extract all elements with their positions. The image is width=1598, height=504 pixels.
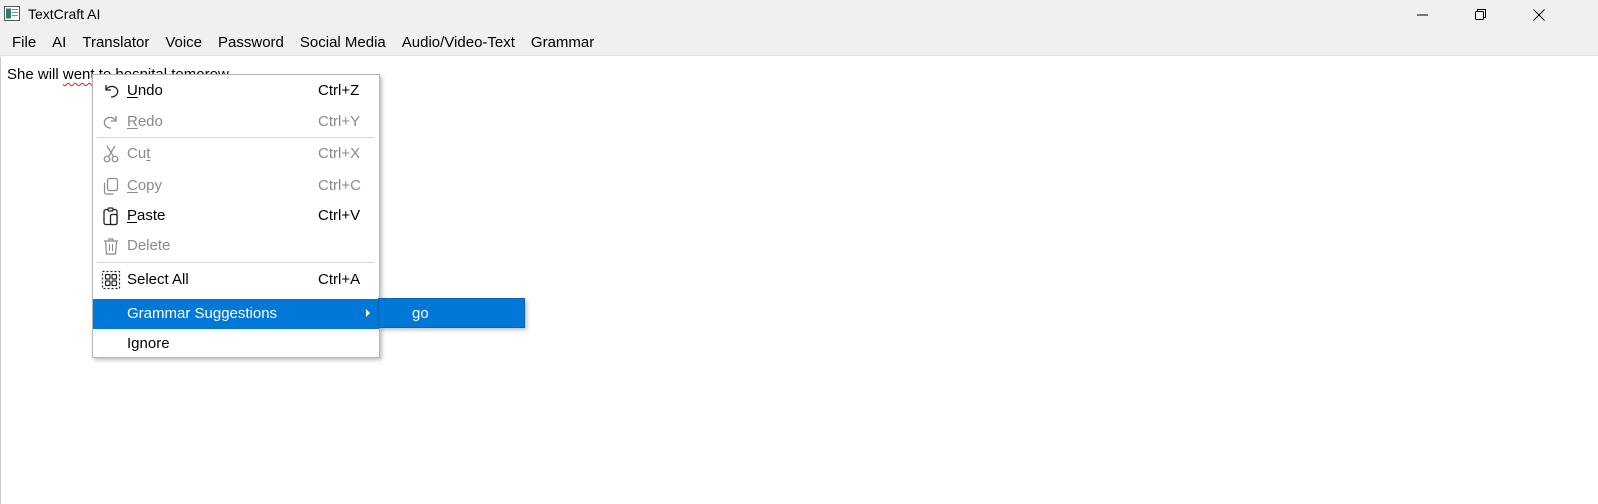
menu-password[interactable]: Password (210, 29, 292, 56)
select-all-shortcut: Ctrl+A (318, 271, 361, 288)
submenu-arrow-icon (366, 309, 370, 317)
minimize-icon (1417, 14, 1428, 15)
menu-social-media[interactable]: Social Media (292, 29, 394, 56)
redo-shortcut: Ctrl+Y (318, 113, 361, 130)
menu-item-redo[interactable]: Redo Ctrl+Y (93, 107, 379, 137)
trash-icon (101, 236, 121, 256)
menu-separator (97, 137, 374, 138)
redo-label: Redo (127, 113, 163, 130)
menu-voice[interactable]: Voice (157, 29, 210, 56)
select-all-label: Select All (127, 271, 189, 288)
menu-audio-video-text[interactable]: Audio/Video-Text (394, 29, 523, 56)
close-icon (1533, 8, 1545, 21)
notepad-app-icon (4, 6, 20, 21)
menu-grammar[interactable]: Grammar (523, 29, 602, 56)
menu-item-delete[interactable]: Delete (93, 231, 379, 261)
menu-item-select-all[interactable]: Select All Ctrl+A (93, 265, 379, 295)
restore-button[interactable] (1452, 0, 1510, 29)
restore-icon (1475, 8, 1486, 20)
menu-separator (97, 262, 374, 263)
redo-icon (101, 112, 121, 132)
close-button[interactable] (1510, 0, 1568, 29)
copy-label: Copy (127, 177, 163, 194)
undo-shortcut: Ctrl+Z (318, 82, 360, 99)
delete-label: Delete (127, 237, 171, 254)
menu-translator[interactable]: Translator (74, 29, 157, 56)
scissors-icon (101, 144, 121, 164)
grammar-suggestions-label: Grammar Suggestions (127, 305, 278, 322)
window-title: TextCraft AI (28, 6, 101, 22)
select-all-icon (101, 270, 121, 290)
menu-item-cut[interactable]: Cut Ctrl+X (93, 139, 379, 169)
title-bar[interactable]: TextCraft AI (0, 0, 1598, 29)
menu-item-copy[interactable]: Copy Ctrl+C (93, 171, 379, 201)
copy-icon (101, 176, 121, 196)
menu-item-paste[interactable]: Paste Ctrl+V (93, 201, 379, 231)
ignore-label: Ignore (127, 335, 170, 352)
editor-text-before: She will (7, 66, 63, 83)
menu-item-grammar-suggestions[interactable]: Grammar Suggestions (93, 299, 379, 329)
paste-shortcut: Ctrl+V (318, 207, 361, 224)
undo-icon (101, 81, 121, 101)
paste-icon (101, 206, 121, 226)
suggestion-go[interactable]: go (412, 305, 429, 322)
grammar-error-word[interactable]: went (63, 66, 95, 83)
cut-label: Cut (127, 145, 151, 162)
copy-shortcut: Ctrl+C (318, 177, 361, 194)
menu-item-ignore[interactable]: Ignore (93, 329, 379, 359)
paste-label: Paste (127, 207, 166, 224)
minimize-button[interactable] (1394, 0, 1452, 29)
menu-ai[interactable]: AI (44, 29, 74, 56)
cut-shortcut: Ctrl+X (318, 145, 361, 162)
menu-bar: File AI Translator Voice Password Social… (0, 29, 1598, 56)
menu-file[interactable]: File (4, 29, 44, 56)
grammar-suggestions-submenu: go (378, 298, 525, 328)
context-menu: Undo Ctrl+Z Redo Ctrl+Y Cut Ctrl+X Copy … (92, 74, 380, 358)
menu-item-undo[interactable]: Undo Ctrl+Z (93, 76, 379, 106)
undo-label: Undo (127, 82, 163, 99)
app-window: TextCraft AI File AI Translator Voice Pa… (0, 0, 1598, 504)
